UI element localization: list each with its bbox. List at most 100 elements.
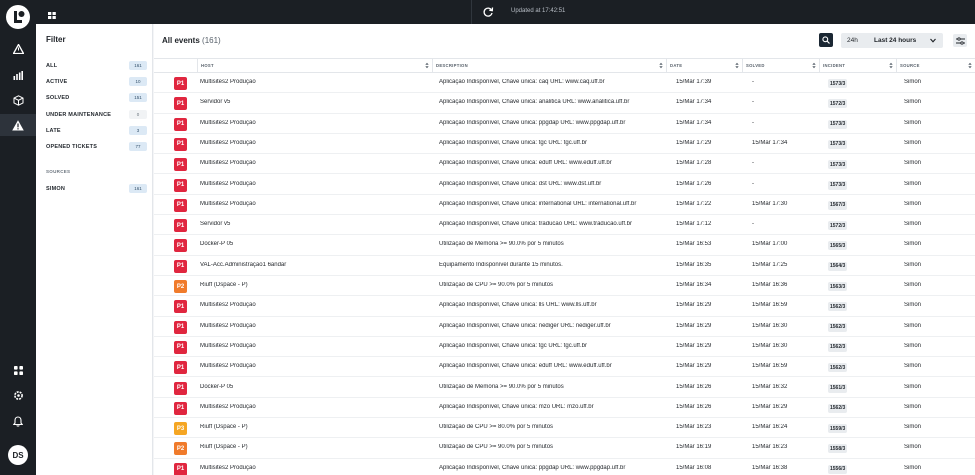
source-cell: Simon (904, 221, 922, 228)
avatar[interactable]: DS (8, 445, 28, 465)
grid-icon[interactable] (48, 6, 56, 24)
logo-icon[interactable] (6, 5, 30, 29)
incident-badge[interactable]: 1562/3 (828, 363, 848, 373)
priority-badge: P2 (174, 280, 187, 293)
table-row[interactable]: P1 Multisites2 Produção Aplicação Indispon… (154, 154, 975, 175)
incident-badge[interactable]: 1567/3 (828, 200, 848, 210)
incident-badge[interactable]: 1561/3 (828, 383, 848, 393)
table-row[interactable]: P1 Docker-P 05 Utilização de Memória >= 90… (154, 377, 975, 398)
table-row[interactable]: P1 VAL-Acc.Administração1 6andar Equipamen… (154, 255, 975, 276)
table-row[interactable]: P1 Servidor v5 Aplicação Indisponível, Cha… (154, 215, 975, 236)
solved-cell: 15/Mar 17:00 (752, 241, 788, 248)
table-row[interactable]: P1 Multisites2 Produção Aplicação Indispon… (154, 174, 975, 195)
table-row[interactable]: P1 Multisites2 Produção Aplicação Indispon… (154, 73, 975, 94)
table-row[interactable]: P1 Multisites2 Produção Aplicação Indispon… (154, 357, 975, 378)
incident-badge[interactable]: 1572/3 (828, 99, 848, 109)
column-header-solved[interactable]: SOLVED (742, 59, 819, 73)
table-row[interactable]: P1 Multisites2 Produção Aplicação Indispon… (154, 133, 975, 155)
host-cell: Riuff (Dspace - P) (200, 282, 248, 288)
incident-badge[interactable]: 1556/3 (828, 464, 848, 474)
table-row[interactable]: P1 Multisites2 Produção Aplicação Indispon… (154, 397, 975, 419)
host-cell: Servidor v5 (200, 99, 231, 106)
column-header-date[interactable]: DATE (666, 59, 742, 73)
bell-icon[interactable] (0, 410, 36, 432)
solved-cell: - (752, 160, 754, 167)
incident-badge[interactable]: 1573/3 (828, 79, 848, 88)
host-cell: VAL-Acc.Administração1 6andar (200, 261, 287, 268)
solved-cell: 15/Mar 16:36 (752, 282, 788, 288)
table-row[interactable]: P1 Multisites2 Produção Aplicação Indispon… (154, 194, 975, 216)
table-header: HOST DESCRIPTION DATE SOLVED INCIDENT SO… (154, 58, 975, 73)
filter-item-active[interactable]: ACTIVE 10 (36, 75, 153, 89)
incident-badge[interactable]: 1572/3 (828, 221, 848, 231)
box-icon[interactable] (0, 89, 36, 111)
incident-badge[interactable]: 1563/3 (828, 282, 848, 291)
filter-count-badge: 161 (129, 61, 147, 70)
priority-badge: P2 (174, 442, 187, 456)
host-cell: Multisites2 Produção (200, 322, 256, 329)
table-row[interactable]: P1 Multisites2 Produção Aplicação Indispon… (154, 458, 975, 475)
filter-item-all[interactable]: ALL 161 (36, 59, 153, 73)
table-row[interactable]: P2 Riuff (Dspace - P) Utilização de CPU >=… (154, 438, 975, 459)
alert-icon[interactable] (0, 38, 36, 60)
date-cell: 15/Mar 16:23 (676, 424, 712, 431)
incident-badge[interactable]: 1562/3 (828, 322, 848, 332)
filter-count-badge: 0 (129, 110, 147, 119)
column-label: SOURCE (900, 63, 920, 68)
priority-badge: P1 (174, 77, 187, 90)
incident-badge[interactable]: 1562/3 (828, 342, 848, 352)
sort-icon (425, 62, 429, 69)
gear-icon[interactable] (0, 384, 36, 406)
warning-icon[interactable] (0, 114, 36, 136)
filter-item-opened-tickets[interactable]: OPENED TICKETS 77 (36, 140, 153, 154)
table-row[interactable]: P1 Multisites2 Produção Aplicação Indispon… (154, 296, 975, 317)
incident-badge[interactable]: 1573/3 (828, 180, 848, 190)
filter-item-under-maintenance[interactable]: UNDER MAINTENANCE 0 (36, 108, 153, 122)
search-icon (822, 36, 830, 44)
filter-count-badge: 151 (129, 93, 147, 102)
filter-panel: Filter ALL 161 ACTIVE 10 SOLVED 151 UNDE… (36, 24, 153, 475)
table-row[interactable]: P1 Servidor v5 Aplicação Indisponível, Cha… (154, 93, 975, 114)
host-cell: Docker-P 05 (200, 383, 234, 390)
filter-item-source-simon[interactable]: SIMON 161 (36, 182, 153, 196)
priority-badge: P1 (174, 300, 187, 314)
incident-badge[interactable]: 1573/3 (828, 119, 848, 129)
incident-badge[interactable]: 1562/3 (828, 302, 848, 312)
column-header-incident[interactable]: INCIDENT (819, 59, 896, 73)
column-header-host[interactable]: HOST (197, 59, 432, 73)
incident-badge[interactable]: 1562/3 (828, 403, 848, 413)
solved-cell: 15/Mar 16:30 (752, 322, 788, 329)
chart-icon[interactable] (0, 64, 36, 86)
top-divider (471, 0, 472, 24)
column-label: SOLVED (746, 63, 765, 68)
table-row[interactable]: P1 Multisites2 Produção Aplicação Indispon… (154, 113, 975, 134)
apps-icon[interactable] (0, 359, 36, 381)
source-cell: Simon (904, 79, 922, 85)
incident-badge[interactable]: 1559/3 (828, 424, 848, 434)
column-settings-button[interactable] (953, 34, 967, 47)
column-header-description[interactable]: DESCRIPTION (432, 59, 666, 73)
search-button[interactable] (819, 33, 833, 47)
sort-icon (659, 62, 663, 69)
incident-badge[interactable]: 1573/3 (828, 139, 848, 149)
incident-badge[interactable]: 1573/3 (828, 160, 848, 170)
events-panel: All events (161) 24h Last 24 hours HOST … (154, 24, 975, 475)
solved-cell: 15/Mar 16:23 (752, 444, 788, 451)
refresh-icon[interactable] (482, 5, 494, 23)
description-cell: Equipamento Indisponível durante 15 minu… (439, 261, 563, 268)
table-row[interactable]: P2 Riuff (Dspace - P) Utilização de CPU >=… (154, 276, 975, 297)
time-range-select[interactable]: 24h Last 24 hours (841, 33, 943, 48)
table-row[interactable]: P1 Multisites2 Produção Aplicação Indispon… (154, 336, 975, 358)
incident-badge[interactable]: 1564/3 (828, 261, 848, 271)
incident-badge[interactable]: 1565/3 (828, 241, 848, 251)
column-header-source[interactable]: SOURCE (896, 59, 975, 73)
table-row[interactable]: P1 Multisites2 Produção Aplicação Indispon… (154, 316, 975, 337)
table-row[interactable]: P1 Docker-P 05 Utilização de Memória >= 90… (154, 235, 975, 256)
source-cell: Simon (904, 363, 922, 370)
description-cell: Aplicação Indisponível, Chave única: ppg… (439, 119, 626, 126)
filter-item-late[interactable]: LATE 3 (36, 124, 153, 138)
incident-badge[interactable]: 1558/3 (828, 444, 848, 454)
filter-item-solved[interactable]: SOLVED 151 (36, 91, 153, 105)
last-updated-text: Updated at 17:42:51 (511, 8, 566, 14)
table-row[interactable]: P3 Riuff (Dspace - P) Utilização de CPU >=… (154, 418, 975, 439)
